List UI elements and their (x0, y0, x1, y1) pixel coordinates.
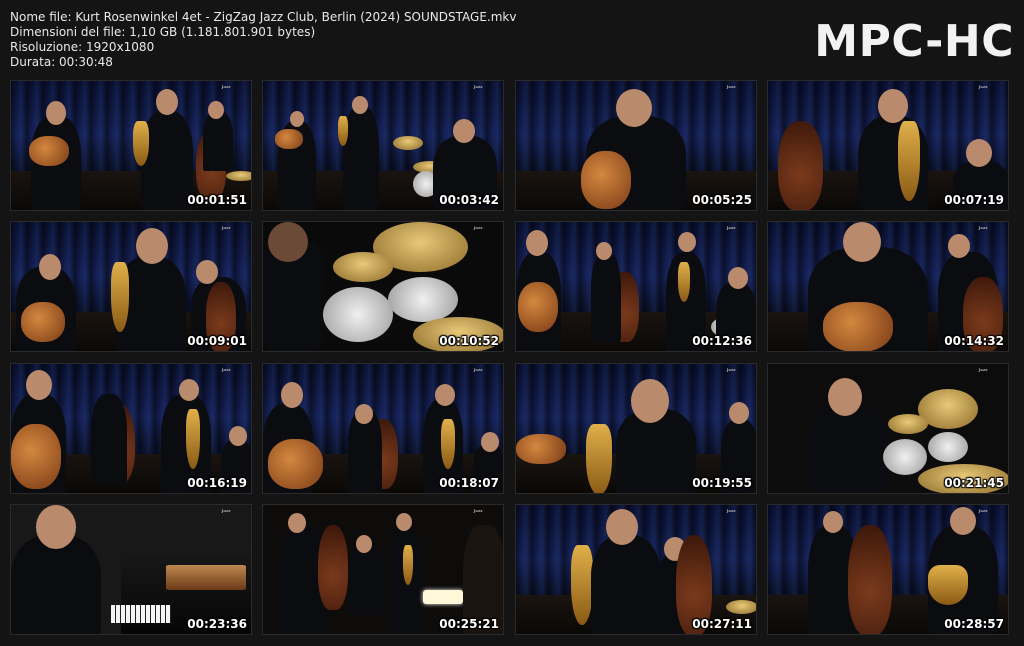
thumbnail-3[interactable]: Jazz 00:05:25 (515, 80, 757, 211)
scene-guitarist (768, 222, 1008, 351)
thumbnail-2[interactable]: Jazz 00:03:42 (262, 80, 504, 211)
scene-sax-bass (516, 505, 756, 634)
jazz-watermark: Jazz (221, 84, 231, 89)
thumbnail-14[interactable]: Jazz 00:25:21 (262, 504, 504, 635)
timestamp: 00:27:11 (692, 617, 752, 631)
jazz-watermark: Jazz (726, 508, 736, 513)
timestamp: 00:21:45 (944, 476, 1004, 490)
jazz-watermark: Jazz (978, 367, 988, 372)
thumbnail-7[interactable]: Jazz 00:12:36 (515, 221, 757, 352)
thumbnail-6[interactable]: Jazz 00:10:52 (262, 221, 504, 352)
scene-wide-club (263, 505, 503, 634)
thumbnail-11[interactable]: Jazz 00:19:55 (515, 363, 757, 494)
file-size: Dimensioni del file: 1,10 GB (1.181.801.… (10, 25, 316, 39)
file-name: Nome file: Kurt Rosenwinkel 4et - ZigZag… (10, 10, 517, 24)
timestamp: 00:16:19 (187, 476, 247, 490)
jazz-watermark: Jazz (473, 367, 483, 372)
timestamp: 00:25:21 (439, 617, 499, 631)
scene-guitarist (516, 81, 756, 210)
thumbnail-12[interactable]: Jazz 00:21:45 (767, 363, 1009, 494)
timestamp: 00:23:36 (187, 617, 247, 631)
timestamp: 00:14:32 (944, 334, 1004, 348)
timestamp: 00:03:42 (439, 193, 499, 207)
timestamp: 00:12:36 (692, 334, 752, 348)
timestamp: 00:19:55 (692, 476, 752, 490)
thumbnail-4[interactable]: Jazz 00:07:19 (767, 80, 1009, 211)
jazz-watermark: Jazz (978, 508, 988, 513)
scene-full-band (263, 364, 503, 493)
scene-full-band (516, 222, 756, 351)
jazz-watermark: Jazz (473, 508, 483, 513)
timestamp: 00:28:57 (944, 617, 1004, 631)
thumbnail-13[interactable]: Jazz 00:23:36 (10, 504, 252, 635)
thumbnail-1[interactable]: Jazz 00:01:51 (10, 80, 252, 211)
jazz-watermark: Jazz (726, 225, 736, 230)
timestamp: 00:10:52 (439, 334, 499, 348)
thumbnail-15[interactable]: Jazz 00:27:11 (515, 504, 757, 635)
scene-full-band (11, 364, 251, 493)
scene-drum-closeup (263, 222, 503, 351)
file-info: Nome file: Kurt Rosenwinkel 4et - ZigZag… (10, 10, 516, 70)
scene-guitar-sax-bass (11, 222, 251, 351)
scene-pianist (11, 505, 251, 634)
timestamp: 00:09:01 (187, 334, 247, 348)
jazz-watermark: Jazz (221, 508, 231, 513)
thumbnail-9[interactable]: Jazz 00:16:19 (10, 363, 252, 494)
thumbnail-10[interactable]: Jazz 00:18:07 (262, 363, 504, 494)
jazz-watermark: Jazz (978, 225, 988, 230)
jazz-watermark: Jazz (221, 225, 231, 230)
timestamp: 00:05:25 (692, 193, 752, 207)
timestamp: 00:01:51 (187, 193, 247, 207)
scene-full-band (263, 81, 503, 210)
jazz-watermark: Jazz (726, 84, 736, 89)
timestamp: 00:07:19 (944, 193, 1004, 207)
scene-sax-bass-drums (768, 81, 1008, 210)
resolution: Risoluzione: 1920x1080 (10, 40, 155, 54)
scene-bass-sax (768, 505, 1008, 634)
scene-drummer (768, 364, 1008, 493)
scene-sax-closeup (516, 364, 756, 493)
jazz-watermark: Jazz (473, 84, 483, 89)
jazz-watermark: Jazz (473, 225, 483, 230)
mpc-hc-logo: MPC-HC (814, 16, 1014, 67)
jazz-watermark: Jazz (726, 367, 736, 372)
thumbnail-16[interactable]: Jazz 00:28:57 (767, 504, 1009, 635)
duration: Durata: 00:30:48 (10, 55, 113, 69)
jazz-watermark: Jazz (978, 84, 988, 89)
timestamp: 00:18:07 (439, 476, 499, 490)
scene-guitar-sax-bass (11, 81, 251, 210)
thumbnail-8[interactable]: Jazz 00:14:32 (767, 221, 1009, 352)
jazz-watermark: Jazz (221, 367, 231, 372)
thumbnail-5[interactable]: Jazz 00:09:01 (10, 221, 252, 352)
